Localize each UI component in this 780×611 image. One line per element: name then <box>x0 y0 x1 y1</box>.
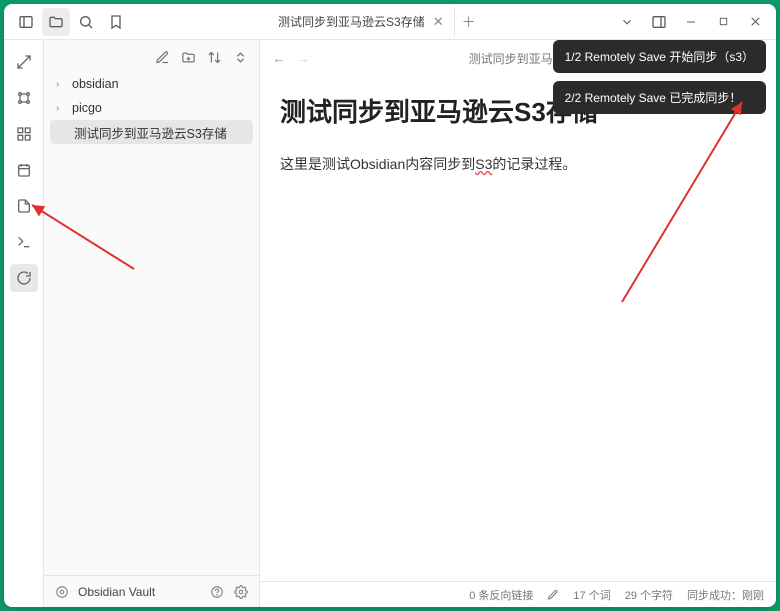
status-sync[interactable]: 同步成功：刚刚 <box>687 587 764 603</box>
sort-icon[interactable] <box>205 48 223 66</box>
folder-item[interactable]: › picgo <box>50 96 253 120</box>
vault-switcher-icon[interactable] <box>54 584 70 600</box>
status-words[interactable]: 17 个词 <box>573 587 610 603</box>
command-palette-icon[interactable] <box>10 228 38 256</box>
maximize-icon[interactable] <box>708 8 738 36</box>
folder-item[interactable]: › obsidian <box>50 72 253 96</box>
vault-name: Obsidian Vault <box>78 585 155 599</box>
close-tab-icon[interactable]: ✕ <box>433 14 444 30</box>
editor-pane: ← → 测试同步到亚马逊云S3存储 测试同步到亚马逊云S3存储 这里是测试Obs… <box>260 40 776 607</box>
tab-active[interactable]: 测试同步到亚马逊云S3存储 ✕ <box>268 7 455 37</box>
bookmarks-icon[interactable] <box>102 8 130 36</box>
file-tree: › obsidian › picgo 测试同步到亚马逊云S3存储 <box>44 72 259 575</box>
new-tab-button[interactable]: ＋ <box>455 8 483 36</box>
status-chars[interactable]: 29 个字符 <box>625 587 673 603</box>
ribbon <box>4 40 44 607</box>
folder-name: picgo <box>72 101 102 115</box>
nav-back-icon[interactable]: ← <box>272 50 286 66</box>
toast-container: 1/2 Remotely Save 开始同步（s3） 2/2 Remotely … <box>553 40 766 114</box>
body-area: › obsidian › picgo 测试同步到亚马逊云S3存储 Obsidia… <box>4 40 776 607</box>
editor-content[interactable]: 测试同步到亚马逊云S3存储 这里是测试Obsidian内容同步到S3的记录过程。 <box>260 76 776 581</box>
search-icon[interactable] <box>72 8 100 36</box>
chevron-down-icon[interactable] <box>612 8 642 36</box>
document-body: 这里是测试Obsidian内容同步到S3的记录过程。 <box>280 153 756 177</box>
file-name: 测试同步到亚马逊云S3存储 <box>74 123 227 142</box>
tab-title: 测试同步到亚马逊云S3存储 <box>278 13 425 30</box>
chevron-right-icon: › <box>56 79 68 90</box>
new-note-icon[interactable] <box>153 48 171 66</box>
titlebar: 测试同步到亚马逊云S3存储 ✕ ＋ <box>4 4 776 40</box>
edit-mode-icon[interactable] <box>547 589 559 601</box>
new-folder-icon[interactable] <box>179 48 197 66</box>
minimize-icon[interactable] <box>676 8 706 36</box>
titlebar-left <box>4 8 138 36</box>
settings-icon[interactable] <box>233 584 249 600</box>
sidebar-tools <box>44 40 259 72</box>
nav-forward-icon[interactable]: → <box>296 50 310 66</box>
chevron-right-icon: › <box>56 103 68 114</box>
daily-note-icon[interactable] <box>10 156 38 184</box>
folder-name: obsidian <box>72 77 119 91</box>
quick-switcher-icon[interactable] <box>10 48 38 76</box>
titlebar-right <box>606 8 776 36</box>
files-tab-icon[interactable] <box>42 8 70 36</box>
templates-icon[interactable] <box>10 192 38 220</box>
toast-notification[interactable]: 2/2 Remotely Save 已完成同步！ <box>553 81 766 114</box>
tab-bar: 测试同步到亚马逊云S3存储 ✕ ＋ <box>138 7 606 37</box>
sidebar: › obsidian › picgo 测试同步到亚马逊云S3存储 Obsidia… <box>44 40 260 607</box>
toast-notification[interactable]: 1/2 Remotely Save 开始同步（s3） <box>553 40 766 73</box>
close-window-icon[interactable] <box>740 8 770 36</box>
canvas-icon[interactable] <box>10 120 38 148</box>
app-window: 测试同步到亚马逊云S3存储 ✕ ＋ <box>4 4 776 607</box>
status-backlinks[interactable]: 0 条反向链接 <box>469 587 533 603</box>
file-item-selected[interactable]: 测试同步到亚马逊云S3存储 <box>50 120 253 144</box>
toggle-left-sidebar-icon[interactable] <box>12 8 40 36</box>
statusbar: 0 条反向链接 17 个词 29 个字符 同步成功：刚刚 <box>260 581 776 607</box>
vault-footer: Obsidian Vault <box>44 575 259 607</box>
graph-view-icon[interactable] <box>10 84 38 112</box>
collapse-icon[interactable] <box>231 48 249 66</box>
toggle-right-sidebar-icon[interactable] <box>644 8 674 36</box>
sync-icon[interactable] <box>10 264 38 292</box>
help-icon[interactable] <box>209 584 225 600</box>
